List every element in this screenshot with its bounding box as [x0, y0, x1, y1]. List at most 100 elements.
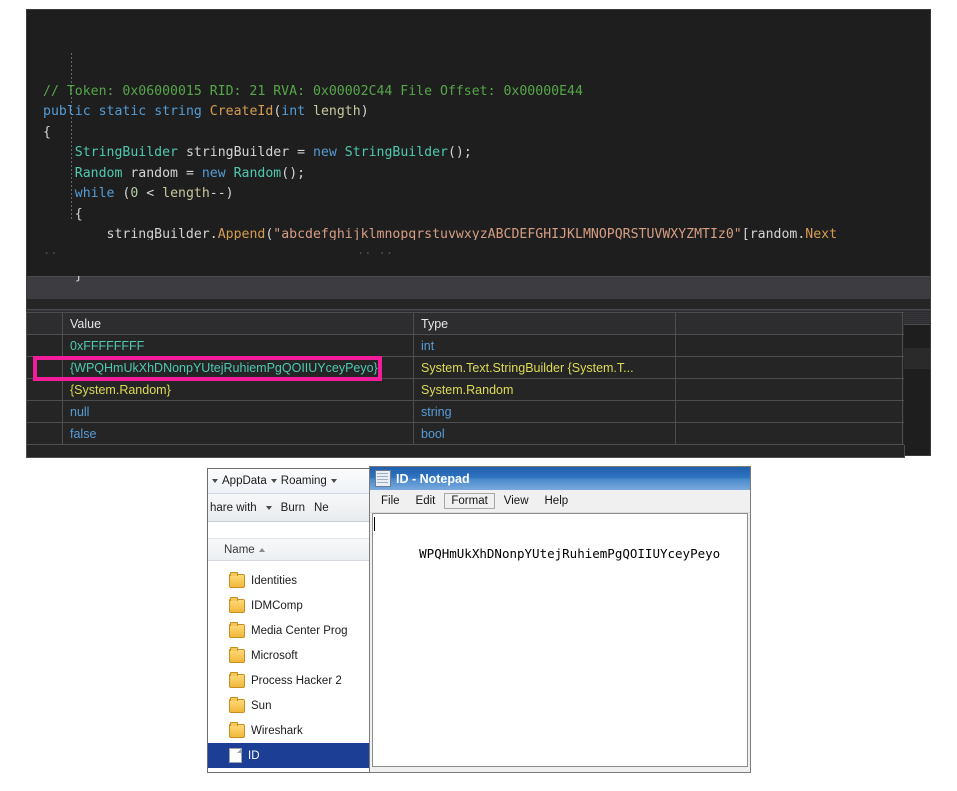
sort-ascending-icon [258, 547, 265, 552]
cell-type[interactable]: System.Text.StringBuilder {System.T... [414, 357, 676, 378]
code-token: int [281, 104, 306, 119]
row-gutter [27, 357, 63, 378]
cell-type[interactable]: System.Random [414, 379, 676, 400]
code-line: { [27, 205, 930, 226]
cell-value[interactable]: {System.Random} [63, 379, 414, 400]
code-token: string [154, 104, 202, 119]
ghost-text-right: .. .. [357, 243, 394, 257]
list-item[interactable]: Identities [208, 568, 369, 593]
table-row[interactable]: {WPQHmUkXhDNonpYUtejRuhiemPgQOIIUYceyPey… [27, 357, 904, 379]
code-line: public static string CreateId(int length… [27, 102, 930, 123]
code-editor[interactable]: // Token: 0x06000015 RID: 21 RVA: 0x0000… [27, 10, 930, 455]
list-item[interactable]: Media Center Prog [208, 618, 369, 643]
text-caret [374, 517, 375, 531]
cell-extra [676, 379, 903, 400]
file-list: Identities IDMComp Media Center Prog Micros… [208, 561, 369, 772]
screenshot-root: // Token: 0x06000015 RID: 21 RVA: 0x0000… [0, 0, 957, 791]
notepad-text-area[interactable]: WPQHmUkXhDNonpYUtejRuhiemPgQOIIUYceyPeyo [372, 513, 748, 767]
explorer-gap [208, 522, 369, 539]
cell-type-text: int [421, 338, 435, 353]
cell-value-text: false [70, 426, 97, 441]
menu-item-edit[interactable]: Edit [409, 493, 443, 509]
folder-icon [229, 671, 245, 688]
breadcrumb-item-appdata[interactable]: AppData [222, 475, 267, 487]
row-gutter [27, 401, 63, 422]
cell-type-text: bool [421, 426, 445, 441]
cell-value-text: {WPQHmUkXhDNonpYUtejRuhiemPgQOIIUYceyPey… [70, 360, 378, 375]
notepad-menu-bar: File Edit Format View Help [370, 490, 750, 513]
cell-type-text: System.Text.StringBuilder {System.T... [421, 360, 634, 375]
code-line: while (0 < length--) [27, 184, 930, 205]
menu-item-file[interactable]: File [374, 493, 407, 509]
share-with-button[interactable]: hare with [210, 502, 257, 514]
cell-value[interactable]: false [63, 423, 414, 444]
row-gutter [27, 379, 63, 400]
burn-button[interactable]: Burn [281, 502, 305, 514]
menu-item-format[interactable]: Format [444, 493, 495, 509]
grid-header-type[interactable]: Type [414, 313, 676, 334]
table-row[interactable]: {System.Random} System.Random [27, 379, 904, 401]
grid-header-value[interactable]: Value [63, 313, 414, 334]
list-item[interactable]: ID [208, 743, 369, 768]
table-row[interactable]: 0xFFFFFFFF int [27, 335, 904, 357]
grid-header-row: Value Type [27, 313, 904, 335]
column-header-label: Name [224, 543, 255, 556]
table-row[interactable]: null string [27, 401, 904, 423]
grid-footer [27, 445, 905, 458]
editor-lower-strip: .. .. .. [27, 240, 930, 276]
row-gutter [27, 335, 63, 356]
folder-icon [229, 571, 245, 588]
breadcrumb-item-roaming[interactable]: Roaming [281, 475, 327, 487]
code-token: < [138, 186, 163, 201]
list-item[interactable]: Process Hacker 2 [208, 668, 369, 693]
folder-icon [229, 621, 245, 638]
cell-type[interactable]: string [414, 401, 676, 422]
code-line: StringBuilder stringBuilder = new String… [27, 143, 930, 164]
column-header-name[interactable]: Name [208, 539, 369, 561]
code-token: while [74, 186, 115, 201]
list-item-label: IDMComp [251, 599, 303, 612]
code-token: = [178, 165, 202, 181]
notepad-title-bar[interactable]: ID - Notepad [370, 467, 750, 490]
grid-rows-container: 0xFFFFFFFF int {WPQHmUkXhDNonpYUtejRuhiemP… [27, 335, 904, 445]
folder-icon [229, 696, 245, 713]
cell-value[interactable]: null [63, 401, 414, 422]
grid-header-gutter [27, 313, 63, 334]
code-token: { [43, 206, 83, 222]
menu-item-help[interactable]: Help [538, 493, 576, 509]
chevron-down-icon[interactable] [330, 479, 337, 483]
list-item[interactable]: Sun [208, 693, 369, 718]
list-item[interactable]: Wireshark [208, 718, 369, 743]
cell-type[interactable]: int [414, 335, 676, 356]
code-token: length [313, 104, 361, 119]
cell-value[interactable]: {WPQHmUkXhDNonpYUtejRuhiemPgQOIIUYceyPey… [63, 357, 414, 378]
cell-type[interactable]: bool [414, 423, 676, 444]
cell-value[interactable]: 0xFFFFFFFF [63, 335, 414, 356]
new-folder-button[interactable]: Ne [314, 502, 329, 514]
grid-header-extra[interactable] [676, 313, 903, 334]
code-token: (); [281, 165, 306, 181]
folder-icon [229, 596, 245, 613]
chevron-down-icon[interactable] [265, 505, 272, 510]
notepad-window: ID - Notepad File Edit Format View Help WPQH… [369, 466, 751, 773]
code-token: static [98, 104, 147, 119]
chevron-down-icon[interactable] [270, 479, 277, 483]
breadcrumb[interactable]: AppData Roaming [208, 469, 369, 494]
folder-icon [229, 646, 245, 663]
code-line: Random random = new Random(); [27, 164, 930, 185]
code-token: { [43, 124, 51, 140]
ghost-text-left: .. [43, 243, 58, 257]
table-row[interactable]: false bool [27, 423, 904, 445]
menu-item-view[interactable]: View [497, 493, 536, 509]
explorer-toolbar: hare with Burn Ne [208, 494, 369, 522]
list-item[interactable]: Microsoft [208, 643, 369, 668]
code-token: CreateId [209, 104, 274, 119]
chevron-down-icon[interactable] [212, 479, 218, 483]
list-item[interactable]: IDMComp [208, 593, 369, 618]
